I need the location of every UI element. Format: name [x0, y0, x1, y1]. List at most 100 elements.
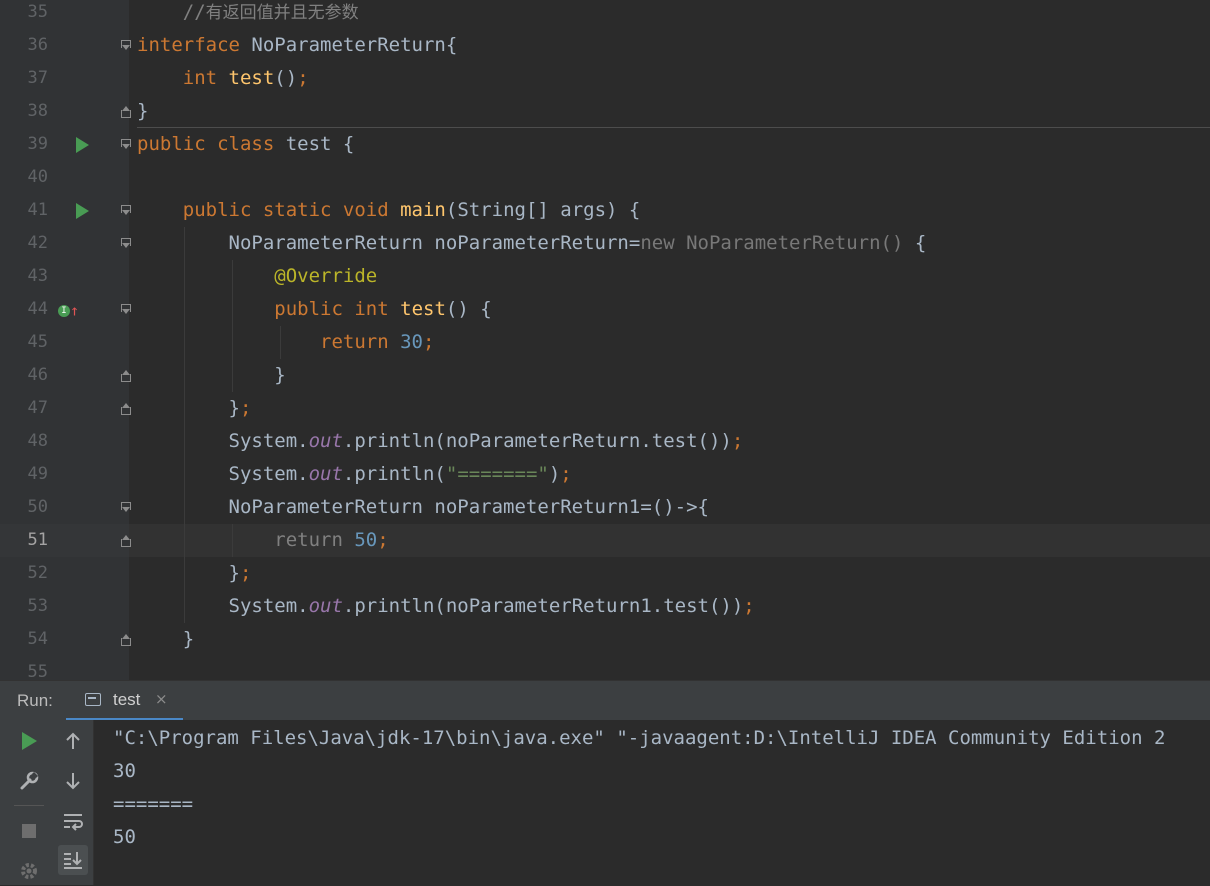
fold-marker-icon[interactable]: [121, 40, 131, 51]
scroll-to-end-button[interactable]: [58, 845, 88, 875]
line-number: 46: [27, 365, 48, 385]
code-text[interactable]: NoParameterReturn noParameterReturn1=()-…: [137, 491, 709, 524]
fold-marker-icon[interactable]: [121, 205, 131, 216]
stop-button[interactable]: [14, 816, 44, 846]
wrench-icon: [20, 771, 39, 790]
code-text[interactable]: return 50;: [137, 524, 389, 557]
console-line: =======: [113, 793, 194, 815]
console-output[interactable]: "C:\Program Files\Java\jdk-17\bin\java.e…: [113, 720, 1210, 885]
code-token: .println(noParameterReturn.test()): [342, 430, 732, 452]
code-token: }: [137, 562, 240, 584]
code-token: ;: [377, 529, 389, 551]
code-text[interactable]: public int test() {: [137, 293, 492, 326]
fold-marker-icon[interactable]: [121, 370, 131, 382]
code-text[interactable]: public static void main(String[] args) {: [137, 194, 641, 227]
code-token: () {: [445, 298, 492, 320]
code-token: return: [274, 529, 355, 551]
code-line[interactable]: 44 I ↑ public int test() {: [0, 293, 1210, 326]
code-text[interactable]: System.out.println(noParameterReturn1.te…: [137, 590, 755, 623]
line-number: 47: [27, 398, 48, 418]
code-token: System.: [137, 430, 309, 452]
close-icon[interactable]: ×: [155, 690, 168, 708]
code-text[interactable]: @Override: [137, 260, 377, 293]
code-token: public class: [137, 133, 286, 155]
code-text[interactable]: interface NoParameterReturn{: [137, 29, 457, 62]
run-tab-test[interactable]: test ×: [66, 681, 183, 721]
implements-method-icon[interactable]: I ↑: [58, 301, 80, 320]
code-token: }: [137, 397, 240, 419]
indent-guide: [280, 326, 281, 359]
code-line[interactable]: 46 }: [0, 359, 1210, 392]
code-line[interactable]: 48 System.out.println(noParameterReturn.…: [0, 425, 1210, 458]
code-token: ;: [239, 397, 252, 419]
code-line[interactable]: 51 return 50;: [0, 524, 1210, 557]
code-token: test: [400, 298, 446, 320]
code-token: //: [182, 1, 206, 23]
code-editor[interactable]: 35 //有返回值并且无参数 36 interface NoParameterRet…: [0, 0, 1210, 680]
line-number: 55: [27, 662, 48, 680]
code-token: }: [137, 628, 195, 650]
code-text[interactable]: }: [137, 359, 286, 392]
scroll-to-end-icon: [64, 852, 82, 869]
code-token: "=======": [445, 463, 549, 485]
code-line[interactable]: 38}: [0, 95, 1210, 128]
next-occurrence-button[interactable]: [58, 766, 88, 796]
code-line[interactable]: 45 return 30;: [0, 326, 1210, 359]
fold-marker-icon[interactable]: [121, 238, 131, 249]
code-token: }: [137, 364, 286, 386]
code-text[interactable]: System.out.println("=======");: [137, 458, 572, 491]
fold-marker-icon[interactable]: [121, 304, 131, 315]
code-line[interactable]: 37 int test();: [0, 62, 1210, 95]
run-gutter-icon[interactable]: [76, 203, 89, 219]
fold-marker-icon[interactable]: [121, 403, 131, 415]
fold-marker-icon[interactable]: [121, 106, 131, 118]
code-text[interactable]: }: [137, 623, 194, 656]
code-text[interactable]: NoParameterReturn noParameterReturn=new …: [137, 227, 927, 260]
fold-marker-icon[interactable]: [121, 139, 131, 150]
indent-guide: [232, 524, 233, 557]
code-text[interactable]: public class test {: [137, 128, 354, 161]
indent-guide: [184, 227, 185, 623]
settings-button[interactable]: [14, 856, 44, 886]
fold-marker-icon[interactable]: [121, 535, 131, 547]
code-line[interactable]: 42 NoParameterReturn noParameterReturn=n…: [0, 227, 1210, 260]
code-token: public int: [274, 298, 401, 320]
rerun-button[interactable]: [14, 726, 44, 756]
line-number: 53: [27, 596, 48, 616]
line-number: 54: [27, 629, 48, 649]
code-line[interactable]: 47 };: [0, 392, 1210, 425]
code-line[interactable]: 43 @Override: [0, 260, 1210, 293]
fold-marker-icon[interactable]: [121, 502, 131, 513]
code-line[interactable]: 53 System.out.println(noParameterReturn1…: [0, 590, 1210, 623]
modify-run-configuration-button[interactable]: [14, 766, 44, 796]
code-line[interactable]: 54 }: [0, 623, 1210, 656]
previous-occurrence-button[interactable]: [58, 726, 88, 756]
code-text[interactable]: System.out.println(noParameterReturn.tes…: [137, 425, 744, 458]
code-line[interactable]: 40: [0, 161, 1210, 194]
fold-marker-icon[interactable]: [121, 634, 131, 646]
line-number: 51: [27, 530, 48, 550]
code-line[interactable]: 41 public static void main(String[] args…: [0, 194, 1210, 227]
code-line[interactable]: 39 public class test {: [0, 128, 1210, 161]
console-line: 30: [113, 760, 136, 782]
run-label: Run:: [17, 691, 53, 710]
code-text[interactable]: return 30;: [137, 326, 434, 359]
code-line[interactable]: 35 //有返回值并且无参数: [0, 0, 1210, 29]
code-text[interactable]: int test();: [137, 62, 309, 95]
soft-wrap-button[interactable]: [58, 806, 88, 836]
code-text[interactable]: //有返回值并且无参数: [137, 0, 359, 30]
run-toolbar-secondary: [58, 720, 94, 885]
code-token: .println(: [342, 463, 446, 485]
code-line[interactable]: 52 };: [0, 557, 1210, 590]
code-text[interactable]: }: [137, 95, 148, 128]
code-text[interactable]: };: [137, 557, 252, 590]
code-line[interactable]: 50 NoParameterReturn noParameterReturn1=…: [0, 491, 1210, 524]
code-token: }: [137, 100, 149, 122]
code-line[interactable]: 49 System.out.println("=======");: [0, 458, 1210, 491]
code-token: ;: [423, 331, 435, 353]
code-text[interactable]: };: [137, 392, 252, 425]
code-line[interactable]: 55: [0, 656, 1210, 680]
code-line[interactable]: 36 interface NoParameterReturn{: [0, 29, 1210, 62]
run-gutter-icon[interactable]: [76, 137, 89, 153]
